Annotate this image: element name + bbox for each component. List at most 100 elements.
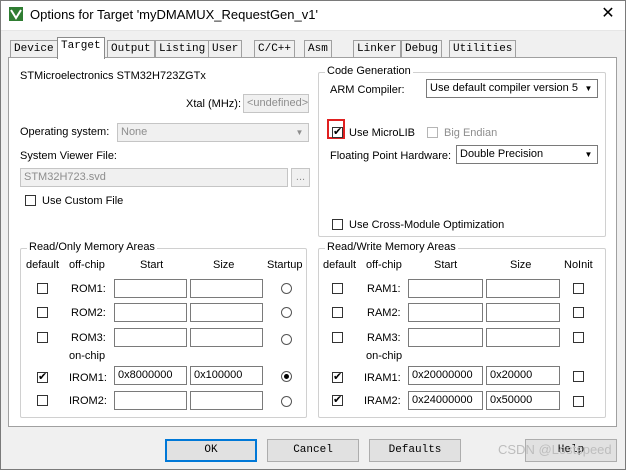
iram1-size-field[interactable]: 0x20000	[486, 366, 560, 385]
rom-header-size: Size	[213, 259, 235, 271]
rom1-startup-radio[interactable]	[281, 283, 292, 294]
ram-areas-title: Read/Write Memory Areas	[325, 241, 458, 253]
tab-debug[interactable]: Debug	[401, 40, 443, 57]
ram1-size-field[interactable]	[486, 279, 560, 298]
rom3-start-field[interactable]	[114, 328, 187, 347]
iram1-noinit-checkbox[interactable]	[573, 371, 584, 382]
ram-header-noinit: NoInit	[564, 259, 593, 271]
ram1-default-checkbox[interactable]	[332, 283, 343, 294]
rom2-start-field[interactable]	[114, 303, 187, 322]
defaults-button[interactable]: Defaults	[369, 439, 461, 462]
rom2-size-field[interactable]	[190, 303, 263, 322]
close-icon[interactable]: ✕	[594, 2, 622, 26]
rom3-size-field[interactable]	[190, 328, 263, 347]
iram2-label: IRAM2:	[364, 395, 401, 407]
big-endian-label: Big Endian	[444, 127, 498, 139]
arm-compiler-label: ARM Compiler:	[330, 84, 405, 96]
tab-utilities[interactable]: Utilities	[449, 40, 517, 57]
use-microlib-checkbox[interactable]: ✔	[332, 127, 343, 138]
big-endian-checkbox[interactable]	[427, 127, 438, 138]
svd-label: System Viewer File:	[20, 150, 117, 162]
ram3-start-field[interactable]	[408, 328, 483, 347]
ram2-size-field[interactable]	[486, 303, 560, 322]
rom3-startup-radio[interactable]	[281, 334, 292, 345]
device-name: STMicroelectronics STM32H723ZGTx	[20, 70, 206, 82]
rom2-startup-radio[interactable]	[281, 307, 292, 318]
rom1-label: ROM1:	[71, 283, 106, 295]
fph-label: Floating Point Hardware:	[330, 150, 452, 162]
rom2-label: ROM2:	[71, 307, 106, 319]
ram1-label: RAM1:	[367, 283, 401, 295]
cancel-button[interactable]: Cancel	[267, 439, 359, 462]
iram1-start-field[interactable]: 0x20000000	[408, 366, 483, 385]
rom1-size-field[interactable]	[190, 279, 263, 298]
iram2-start-field[interactable]: 0x24000000	[408, 391, 483, 410]
cross-module-checkbox[interactable]	[332, 219, 343, 230]
iram1-label: IRAM1:	[364, 372, 401, 384]
ram3-label: RAM3:	[367, 332, 401, 344]
use-custom-file-checkbox[interactable]	[25, 195, 36, 206]
os-select[interactable]: None ▼	[117, 123, 309, 142]
rom-header-default: default	[26, 259, 60, 271]
os-select-value: None	[121, 126, 148, 138]
rom3-default-checkbox[interactable]	[37, 332, 48, 343]
ram-header-size: Size	[510, 259, 532, 271]
ram2-default-checkbox[interactable]	[332, 307, 343, 318]
ram-onchip-label: on-chip	[366, 350, 403, 362]
tab-linker[interactable]: Linker	[353, 40, 401, 57]
iram2-default-checkbox[interactable]: ✔	[332, 395, 343, 406]
ram3-size-field[interactable]	[486, 328, 560, 347]
irom1-size-field[interactable]: 0x100000	[190, 366, 263, 385]
ram2-noinit-checkbox[interactable]	[573, 307, 584, 318]
chevron-down-icon: ▼	[295, 128, 304, 137]
irom1-default-checkbox[interactable]: ✔	[37, 372, 48, 383]
ram1-noinit-checkbox[interactable]	[573, 283, 584, 294]
chevron-down-icon: ▼	[584, 84, 593, 93]
ok-button[interactable]: OK	[165, 439, 257, 462]
browse-button[interactable]: ...	[291, 168, 310, 187]
irom2-start-field[interactable]	[114, 391, 187, 410]
irom2-startup-radio[interactable]	[281, 396, 292, 407]
rom-areas-title: Read/Only Memory Areas	[27, 241, 157, 253]
keil-app-icon	[9, 7, 23, 21]
rom1-default-checkbox[interactable]	[37, 283, 48, 294]
irom2-default-checkbox[interactable]	[37, 395, 48, 406]
ram-header-start: Start	[434, 259, 458, 271]
chevron-down-icon: ▼	[584, 150, 593, 159]
iram2-noinit-checkbox[interactable]	[573, 396, 584, 407]
iram1-default-checkbox[interactable]: ✔	[332, 372, 343, 383]
irom1-label: IROM1:	[69, 372, 107, 384]
iram2-size-field[interactable]: 0x50000	[486, 391, 560, 410]
ram3-noinit-checkbox[interactable]	[573, 332, 584, 343]
arm-compiler-value: Use default compiler version 5	[430, 82, 578, 94]
code-generation-title: Code Generation	[325, 65, 413, 77]
tab-c-cpp[interactable]: C/C++	[254, 40, 296, 57]
rom-header-startup: Startup	[267, 259, 303, 271]
ram1-start-field[interactable]	[408, 279, 483, 298]
irom2-size-field[interactable]	[190, 391, 263, 410]
tab-target[interactable]: Target	[57, 37, 105, 59]
svd-file-field[interactable]: STM32H723.svd	[20, 168, 288, 187]
tab-output[interactable]: Output	[107, 40, 155, 57]
fph-select[interactable]: Double Precision ▼	[456, 145, 598, 164]
ram-header-offchip: off-chip	[366, 259, 402, 271]
rom1-start-field[interactable]	[114, 279, 187, 298]
ram2-start-field[interactable]	[408, 303, 483, 322]
tab-user[interactable]: User	[208, 40, 243, 57]
use-microlib-label: Use MicroLIB	[349, 127, 416, 139]
tab-listing[interactable]: Listing	[155, 40, 210, 57]
irom1-start-field[interactable]: 0x8000000	[114, 366, 187, 385]
xtal-field[interactable]: <undefined>	[243, 94, 309, 113]
tab-device[interactable]: Device	[10, 40, 58, 57]
window-title: Options for Target 'myDMAMUX_RequestGen_…	[30, 7, 318, 22]
rom-onchip-label: on-chip	[69, 350, 106, 362]
os-label: Operating system:	[20, 126, 110, 138]
rom2-default-checkbox[interactable]	[37, 307, 48, 318]
ram3-default-checkbox[interactable]	[332, 332, 343, 343]
rom-header-offchip: off-chip	[69, 259, 105, 271]
irom1-startup-radio[interactable]	[281, 371, 292, 382]
tab-asm[interactable]: Asm	[304, 40, 332, 57]
ram-header-default: default	[323, 259, 357, 271]
arm-compiler-select[interactable]: Use default compiler version 5 ▼	[426, 79, 598, 98]
rom3-label: ROM3:	[71, 332, 106, 344]
